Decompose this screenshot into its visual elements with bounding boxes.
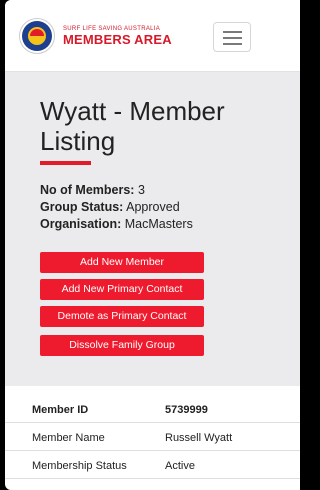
table-row: Membership Status Active <box>5 451 300 479</box>
table-row: Member ID 5739999 <box>5 395 300 423</box>
group-meta: No of Members: 3 Group Status: Approved … <box>40 182 193 233</box>
table-row: Member Name Russell Wyatt <box>5 423 300 451</box>
top-navbar: SURF LIFE SAVING AUSTRALIA MEMBERS AREA <box>5 0 300 72</box>
add-new-member-button[interactable]: Add New Member <box>40 252 204 273</box>
slsa-logo-icon[interactable] <box>19 18 55 54</box>
menu-line <box>223 37 242 39</box>
dissolve-family-group-button[interactable]: Dissolve Family Group <box>40 335 204 356</box>
members-count-value: 3 <box>137 183 145 197</box>
organisation-label: Organisation: <box>40 217 122 231</box>
title-underline <box>40 161 91 165</box>
menu-line <box>223 31 242 33</box>
row-value: Active <box>165 460 195 472</box>
row-key: Member Name <box>32 432 105 444</box>
app-frame: SURF LIFE SAVING AUSTRALIA MEMBERS AREA … <box>5 0 300 490</box>
row-value: Russell Wyatt <box>165 432 233 444</box>
group-status-value: Approved <box>126 200 180 214</box>
members-count-line: No of Members: 3 <box>40 182 193 199</box>
group-status-line: Group Status: Approved <box>40 199 193 216</box>
row-value: 5739999 <box>165 404 208 416</box>
add-new-primary-contact-button[interactable]: Add New Primary Contact <box>40 279 204 300</box>
organisation-line: Organisation: MacMasters <box>40 216 193 233</box>
group-status-label: Group Status: <box>40 200 124 214</box>
member-details-table: Member ID 5739999 Member Name Russell Wy… <box>5 395 300 479</box>
row-key: Member ID <box>32 404 89 416</box>
brand-title: MEMBERS AREA <box>63 32 172 47</box>
organisation-value: MacMasters <box>124 217 193 231</box>
page-title: Wyatt - Member Listing <box>40 96 225 156</box>
menu-line <box>223 43 242 45</box>
logo-flag <box>30 29 44 36</box>
brand[interactable]: SURF LIFE SAVING AUSTRALIA MEMBERS AREA <box>63 26 172 47</box>
demote-primary-contact-button[interactable]: Demote as Primary Contact <box>40 306 204 327</box>
hamburger-menu-icon[interactable] <box>213 22 251 52</box>
members-count-label: No of Members: <box>40 183 135 197</box>
row-key: Membership Status <box>32 460 127 472</box>
member-listing-panel: Wyatt - Member Listing No of Members: 3 … <box>5 72 300 386</box>
